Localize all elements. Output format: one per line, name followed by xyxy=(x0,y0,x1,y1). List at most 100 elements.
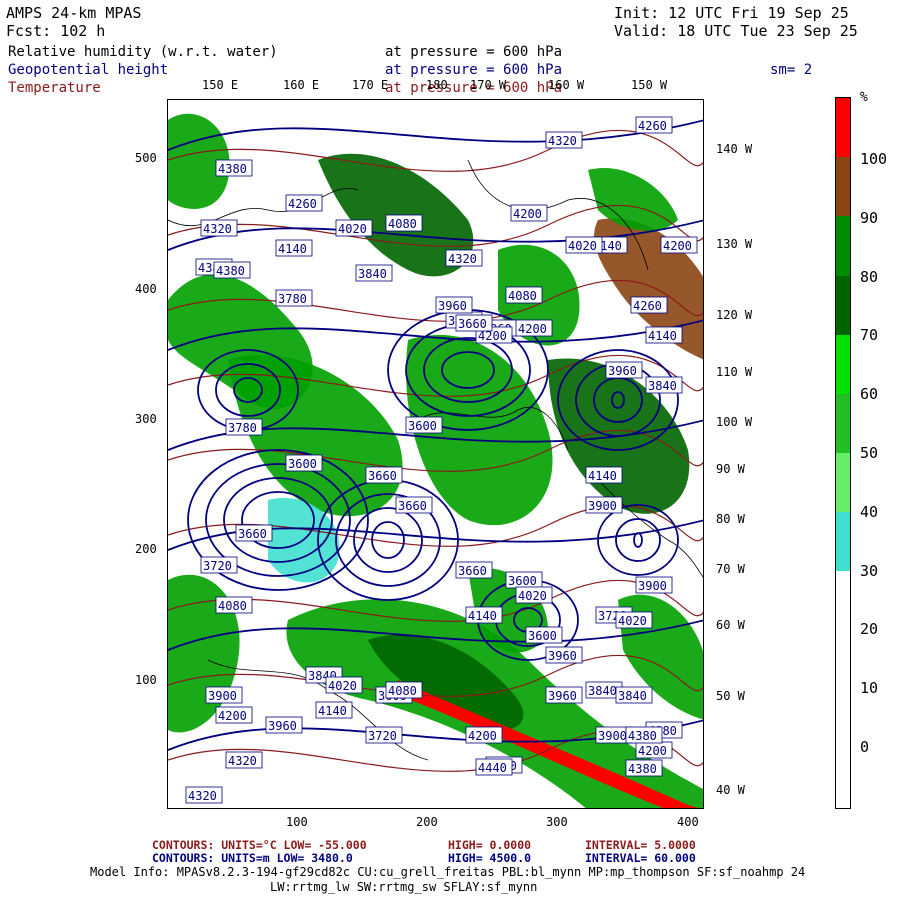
height-label: 4020 xyxy=(338,222,367,236)
weather-map: 4380 4260 4320 4380 4140 4020 4080 4200 4380 4320… xyxy=(167,99,704,809)
height-label: 3840 xyxy=(648,379,677,393)
top-lon-label-5: 160 W xyxy=(548,78,585,92)
height-label: 3960 xyxy=(548,689,577,703)
top-lon-label-0: 150 E xyxy=(202,78,239,92)
height-label: 3600 xyxy=(528,629,557,643)
right-lon-label-5: 90 W xyxy=(716,462,745,476)
height-label: 4020 xyxy=(568,239,597,253)
temp-contour-high: HIGH= 0.0000 xyxy=(448,838,532,852)
height-label: 4080 xyxy=(218,599,247,613)
height-label: 4260 xyxy=(288,197,317,211)
height-label: 3600 xyxy=(408,419,437,433)
humidity-colorbar xyxy=(835,97,851,809)
right-lon-label-0: 140 W xyxy=(716,142,753,156)
right-lon-label-2: 120 W xyxy=(716,308,753,322)
right-lon-label-7: 70 W xyxy=(716,562,745,576)
height-label: 4320 xyxy=(548,134,577,148)
height-label: 3840 xyxy=(358,267,387,281)
colorbar-label-10: 0 xyxy=(860,738,870,756)
valid-time: Valid: 18 UTC Tue 23 Sep 25 xyxy=(614,22,858,40)
height-label: 4380 xyxy=(628,729,657,743)
forecast-hour: Fcst: 102 h xyxy=(6,22,106,40)
height-label: 3780 xyxy=(278,292,307,306)
right-lon-label-4: 100 W xyxy=(716,415,753,429)
pressure-height: at pressure = 600 hPa xyxy=(385,62,563,78)
colorbar-label-3: 70 xyxy=(860,326,879,345)
height-label: 3780 xyxy=(228,421,257,435)
height-label: 4020 xyxy=(618,614,647,628)
field-rh-label: Relative humidity (w.r.t. water) xyxy=(8,44,278,60)
height-label: 4200 xyxy=(663,239,692,253)
height-label: 4260 xyxy=(638,119,667,133)
height-label: 4200 xyxy=(468,729,497,743)
height-label: 3840 xyxy=(588,684,617,698)
height-label: 4380 xyxy=(218,162,247,176)
height-label: 4200 xyxy=(513,207,542,221)
height-label: 3600 xyxy=(508,574,537,588)
height-label: 4140 xyxy=(648,329,677,343)
model-title: AMPS 24-km MPAS xyxy=(6,4,142,22)
colorbar-segment xyxy=(836,157,850,217)
y-tick-label-3: 200 xyxy=(135,542,157,556)
height-label: 3660 xyxy=(368,469,397,483)
colorbar-label-1: 90 xyxy=(860,208,879,227)
top-lon-label-2: 170 E xyxy=(352,78,389,92)
right-lon-label-8: 60 W xyxy=(716,618,745,632)
height-label: 3900 xyxy=(588,499,617,513)
colorbar-label-9: 10 xyxy=(860,679,879,698)
field-temp-label: Temperature xyxy=(8,80,101,96)
colorbar-label-8: 20 xyxy=(860,620,879,639)
right-lon-label-3: 110 W xyxy=(716,365,753,379)
colorbar-segment xyxy=(836,393,850,454)
temp-contour-interval: INTERVAL= 5.0000 xyxy=(585,838,696,852)
height-label: 3960 xyxy=(608,364,637,378)
colorbar-segment xyxy=(836,748,850,809)
height-label: 4140 xyxy=(318,704,347,718)
top-lon-label-3: 180 xyxy=(426,78,448,92)
height-label: 4140 xyxy=(278,242,307,256)
y-tick-label-2: 300 xyxy=(135,412,157,426)
height-label: 4200 xyxy=(518,322,547,336)
height-contour-high: HIGH= 4500.0 xyxy=(448,851,532,865)
height-label: 4080 xyxy=(388,684,417,698)
map-canvas: 438042604320438041404020 4080420043804320… xyxy=(168,100,703,808)
right-lon-label-10: 40 W xyxy=(716,783,745,797)
height-label: 4020 xyxy=(328,679,357,693)
y-tick-label-1: 400 xyxy=(135,282,157,296)
height-label: 3900 xyxy=(638,579,667,593)
x-tick-label-0: 100 xyxy=(286,815,308,829)
height-label: 4200 xyxy=(218,709,247,723)
height-label: 3840 xyxy=(618,689,647,703)
colorbar-label-2: 80 xyxy=(860,267,879,286)
top-lon-label-1: 160 E xyxy=(283,78,320,92)
temp-contour-info: CONTOURS: UNITS=°C LOW= -55.000 xyxy=(152,838,367,852)
colorbar-segment xyxy=(836,216,850,276)
height-label: 3660 xyxy=(458,564,487,578)
colorbar-segment xyxy=(836,98,850,158)
colorbar-segment xyxy=(836,512,850,572)
height-label: 3900 xyxy=(598,729,627,743)
right-lon-label-1: 130 W xyxy=(716,237,753,251)
x-tick-label-3: 400 xyxy=(677,815,699,829)
height-label: 4080 xyxy=(388,217,417,231)
colorbar-label-4: 60 xyxy=(860,385,879,404)
height-label: 4320 xyxy=(228,754,257,768)
top-lon-label-6: 150 W xyxy=(631,78,668,92)
height-label: 3600 xyxy=(288,457,317,471)
height-label: 3660 xyxy=(238,527,267,541)
colorbar-label-0: 100 xyxy=(860,150,888,168)
init-time: Init: 12 UTC Fri 19 Sep 25 xyxy=(614,4,849,22)
top-lon-label-4: 170 W xyxy=(470,78,507,92)
colorbar-segment xyxy=(836,453,850,513)
height-label: 4080 xyxy=(508,289,537,303)
height-label: 3720 xyxy=(368,729,397,743)
x-tick-label-1: 200 xyxy=(416,815,438,829)
height-label: 4140 xyxy=(588,469,617,483)
field-height-label: Geopotential height xyxy=(8,62,169,78)
pressure-rh: at pressure = 600 hPa xyxy=(385,44,563,60)
y-tick-label-4: 100 xyxy=(135,673,157,687)
colorbar-label-6: 40 xyxy=(860,502,879,521)
height-label: 3960 xyxy=(438,299,467,313)
y-tick-label-0: 500 xyxy=(135,151,157,165)
colorbar-segment xyxy=(836,630,850,691)
